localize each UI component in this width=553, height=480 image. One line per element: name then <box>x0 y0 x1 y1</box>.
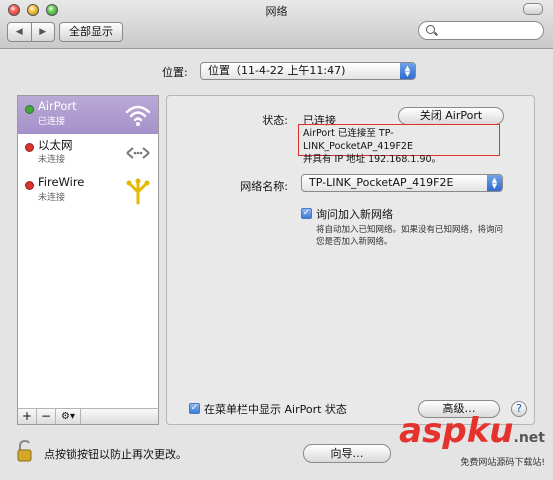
service-item-ethernet[interactable]: 以太网 未连接 <box>18 134 158 172</box>
assistant-button[interactable]: 向导… <box>303 444 391 463</box>
firewire-icon <box>126 178 150 205</box>
back-button[interactable]: ◀ <box>8 23 32 41</box>
show-in-menubar-checkbox[interactable]: ✓ <box>189 403 200 414</box>
back-forward-control: ◀ ▶ <box>7 22 55 42</box>
service-status: 已连接 <box>38 117 66 127</box>
network-name-popup[interactable]: TP-LINK_PocketAP_419F2E ▲ ▼ <box>301 174 503 192</box>
action-menu-button[interactable]: ⚙▾ <box>56 409 81 424</box>
status-dot <box>25 105 34 114</box>
location-value: 位置（11-4-22 上午11:47) <box>208 64 346 77</box>
popup-arrows-icon: ▲ ▼ <box>400 63 415 79</box>
ask-join-desc-line: 将自动加入已知网络。如果没有已知网络，将询问 <box>316 225 504 235</box>
status-detail-box: AirPort 已连接至 TP-LINK_PocketAP_419F2E 并具有… <box>298 124 500 165</box>
site-watermark: aspku.net 免费网站源码下载站! <box>399 414 545 468</box>
status-dot <box>25 143 34 152</box>
location-label: 位置: <box>162 66 188 79</box>
titlebar: 网络 ◀ ▶ 全部显示 <box>0 0 553 49</box>
location-popup[interactable]: 位置（11-4-22 上午11:47) ▲ ▼ <box>200 62 416 80</box>
ask-join-label: 询问加入新网络 <box>316 208 393 221</box>
service-status: 未连接 <box>38 155 66 165</box>
toolbar-toggle-button[interactable] <box>523 3 543 15</box>
ask-join-description: 将自动加入已知网络。如果没有已知网络，将询问 您是否加入新网络。 <box>316 224 503 248</box>
search-icon <box>426 25 435 34</box>
remove-service-button[interactable]: − <box>37 409 56 424</box>
network-name-label: 网络名称: <box>240 180 288 193</box>
show-all-button[interactable]: 全部显示 <box>59 22 123 42</box>
ask-join-desc-line: 您是否加入新网络。 <box>316 237 393 247</box>
service-list: AirPort 已连接 以太网 未连接 FireWire 未连接 <box>17 95 159 425</box>
toggle-airport-button[interactable]: 关闭 AirPort <box>398 107 504 125</box>
window-title: 网络 <box>265 5 288 18</box>
lock-icon[interactable] <box>17 440 33 462</box>
search-field[interactable] <box>418 21 544 40</box>
lock-message: 点按锁按钮以防止再次更改。 <box>44 448 187 461</box>
show-in-menubar-label: 在菜单栏中显示 AirPort 状态 <box>204 403 347 416</box>
service-item-firewire[interactable]: FireWire 未连接 <box>18 172 158 210</box>
network-name-value: TP-LINK_PocketAP_419F2E <box>309 176 454 189</box>
status-detail-line: AirPort 已连接至 TP-LINK_PocketAP_419F2E <box>303 128 413 152</box>
network-preferences-window: 网络 ◀ ▶ 全部显示 位置: 位置（11-4-22 上午11:47) ▲ ▼ A… <box>0 0 553 480</box>
watermark-brand: aspku <box>399 411 514 451</box>
service-list-controls: + − ⚙▾ <box>17 408 159 425</box>
service-item-airport[interactable]: AirPort 已连接 <box>18 96 158 134</box>
popup-arrows-icon: ▲ ▼ <box>487 175 502 191</box>
add-service-button[interactable]: + <box>18 409 37 424</box>
watermark-subtitle: 免费网站源码下载站! <box>460 458 545 468</box>
wifi-icon <box>125 105 151 126</box>
watermark-tld: .net <box>513 430 545 446</box>
service-name: FireWire <box>38 175 85 189</box>
service-name: 以太网 <box>38 138 73 152</box>
status-label: 状态: <box>262 114 288 127</box>
service-name: AirPort <box>38 99 77 113</box>
forward-button[interactable]: ▶ <box>32 23 55 41</box>
ask-join-checkbox[interactable]: ✓ <box>301 208 312 219</box>
service-status: 未连接 <box>38 193 66 203</box>
ethernet-icon <box>126 147 150 159</box>
status-detail-line: 并具有 IP 地址 192.168.1.90。 <box>303 154 442 165</box>
status-dot <box>25 181 34 190</box>
